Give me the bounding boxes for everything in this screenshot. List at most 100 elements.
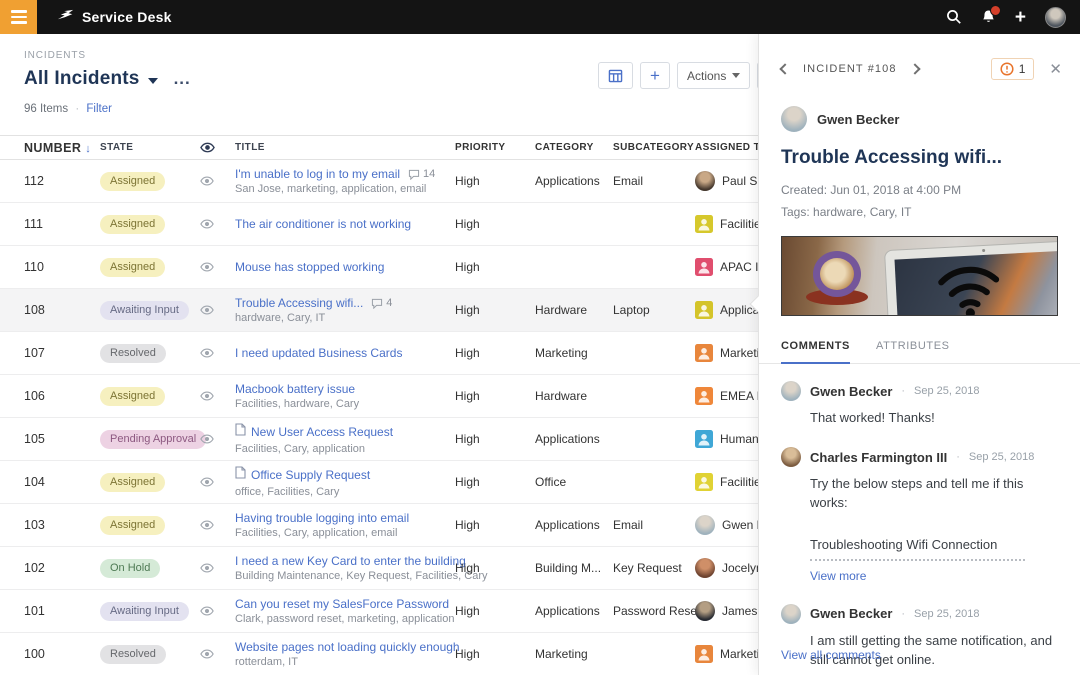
user-avatar[interactable] [1045,6,1066,28]
category-cell: Applications [535,432,600,446]
team-avatar [695,645,713,663]
close-icon[interactable]: ✕ [1049,62,1062,77]
grid-view-button[interactable] [598,62,633,89]
priority-cell: High [455,303,480,317]
incident-title-link[interactable]: Trouble Accessing wifi... [235,296,363,310]
priority-cell: High [455,174,480,188]
notification-badge [989,5,1001,16]
status-badge: Resolved [100,645,166,664]
items-count: 96 Items [24,103,69,115]
incident-title-link[interactable]: Macbook battery issue [235,382,355,396]
view-all-comments-link[interactable]: View all comments [781,648,881,662]
more-menu-icon[interactable]: ... [174,70,191,87]
watch-eye-icon[interactable] [200,520,235,530]
comments-list: Gwen Becker · Sep 25, 2018 That worked! … [759,364,1080,669]
priority-cell: High [455,389,480,403]
col-watchers-eye-icon[interactable] [200,142,235,153]
comment-date: Sep 25, 2018 [914,607,980,620]
category-cell: Hardware [535,303,588,317]
incident-title-link[interactable]: New User Access Request [251,425,393,439]
plus-icon[interactable]: + [1015,8,1026,27]
status-badge: Awaiting Input [100,602,189,621]
search-icon[interactable] [946,9,962,25]
watch-eye-icon[interactable] [200,649,235,659]
watch-eye-icon[interactable] [200,219,235,229]
incident-title-link[interactable]: I'm unable to log in to my email [235,167,400,181]
incident-row-tags: Facilities, Cary, application [235,443,366,455]
view-more-link[interactable]: View more [810,569,866,583]
col-priority[interactable]: PRIORITY [455,142,535,153]
next-incident-icon[interactable] [908,63,921,75]
team-avatar [695,258,713,276]
watch-eye-icon[interactable] [200,348,235,358]
incident-title-link[interactable]: Website pages not loading quickly enough [235,640,460,654]
team-avatar [695,301,713,319]
priority-cell: High [455,432,480,446]
col-state[interactable]: STATE [100,142,200,153]
status-badge: Assigned [100,215,166,234]
incident-row-tags: Facilities, Cary, application, email [235,527,398,539]
app-title: Service Desk [82,9,172,25]
status-badge: Assigned [100,516,166,535]
category-cell: Applications [535,604,600,618]
col-title[interactable]: TITLE [235,142,455,153]
subcategory-cell: Laptop [613,303,650,317]
alert-count-button[interactable]: 1 [990,58,1035,80]
comment-divider [810,558,1025,561]
col-number[interactable]: NUMBER ↓ [0,141,100,155]
requester-name: Gwen Becker [817,111,900,127]
subcategory-cell: Email [613,518,644,532]
watch-eye-icon[interactable] [200,305,235,315]
watch-eye-icon[interactable] [200,391,235,401]
watch-eye-icon[interactable] [200,176,235,186]
incident-title-link[interactable]: I need a new Key Card to enter the build… [235,554,466,568]
watch-eye-icon[interactable] [200,563,235,573]
request-doc-icon [235,466,246,484]
prev-incident-icon[interactable] [779,63,791,75]
priority-cell: High [455,561,480,575]
section-eyebrow: INCIDENTS [24,50,86,61]
comment-count: 4 [371,297,392,309]
priority-cell: High [455,346,480,360]
incident-title-link[interactable]: Office Supply Request [251,468,370,482]
status-badge: Pending Approval [100,430,207,449]
chevron-down-icon [732,73,741,78]
category-cell: Applications [535,174,600,188]
tab-comments[interactable]: COMMENTS [781,340,850,365]
assignee-avatar [695,558,715,578]
incident-row-tags: Building Maintenance, Key Request, Facil… [235,570,488,582]
bell-icon[interactable] [981,5,1001,25]
watch-eye-icon[interactable] [200,606,235,616]
comment-body: That worked! Thanks! [810,410,935,426]
incident-title-link[interactable]: Having trouble logging into email [235,511,409,525]
category-cell: Building M... [535,561,602,575]
app-brand: Service Desk [57,8,172,27]
priority-cell: High [455,260,480,274]
actions-button[interactable]: Actions [677,62,751,89]
team-avatar [695,215,713,233]
subcategory-cell: Password Reset [613,604,701,618]
col-subcategory[interactable]: SUBCATEGORY [613,142,695,153]
team-avatar [695,387,713,405]
watch-eye-icon[interactable] [200,434,235,444]
assignee-avatar [695,515,715,535]
filter-link[interactable]: Filter [86,103,112,115]
tab-attributes[interactable]: ATTRIBUTES [876,340,950,363]
comment-date: Sep 25, 2018 [968,451,1035,464]
incident-number: 101 [24,604,45,618]
col-category[interactable]: CATEGORY [535,142,613,153]
incident-number: 102 [24,561,45,575]
incident-title-link[interactable]: Mouse has stopped working [235,260,384,274]
menu-icon[interactable] [0,0,37,34]
watch-eye-icon[interactable] [200,477,235,487]
incident-row-tags: San Jose, marketing, application, email [235,183,427,195]
incident-title-link[interactable]: The air conditioner is not working [235,217,411,231]
watch-eye-icon[interactable] [200,262,235,272]
add-incident-button[interactable]: + [640,62,670,89]
chevron-down-icon[interactable] [147,77,158,84]
team-avatar [695,344,713,362]
view-title-dropdown[interactable]: All Incidents [24,68,140,90]
incident-title-link[interactable]: Can you reset my SalesForce Password [235,597,449,611]
incident-title-link[interactable]: I need updated Business Cards [235,346,402,360]
commenter-name: Gwen Becker [810,606,893,622]
